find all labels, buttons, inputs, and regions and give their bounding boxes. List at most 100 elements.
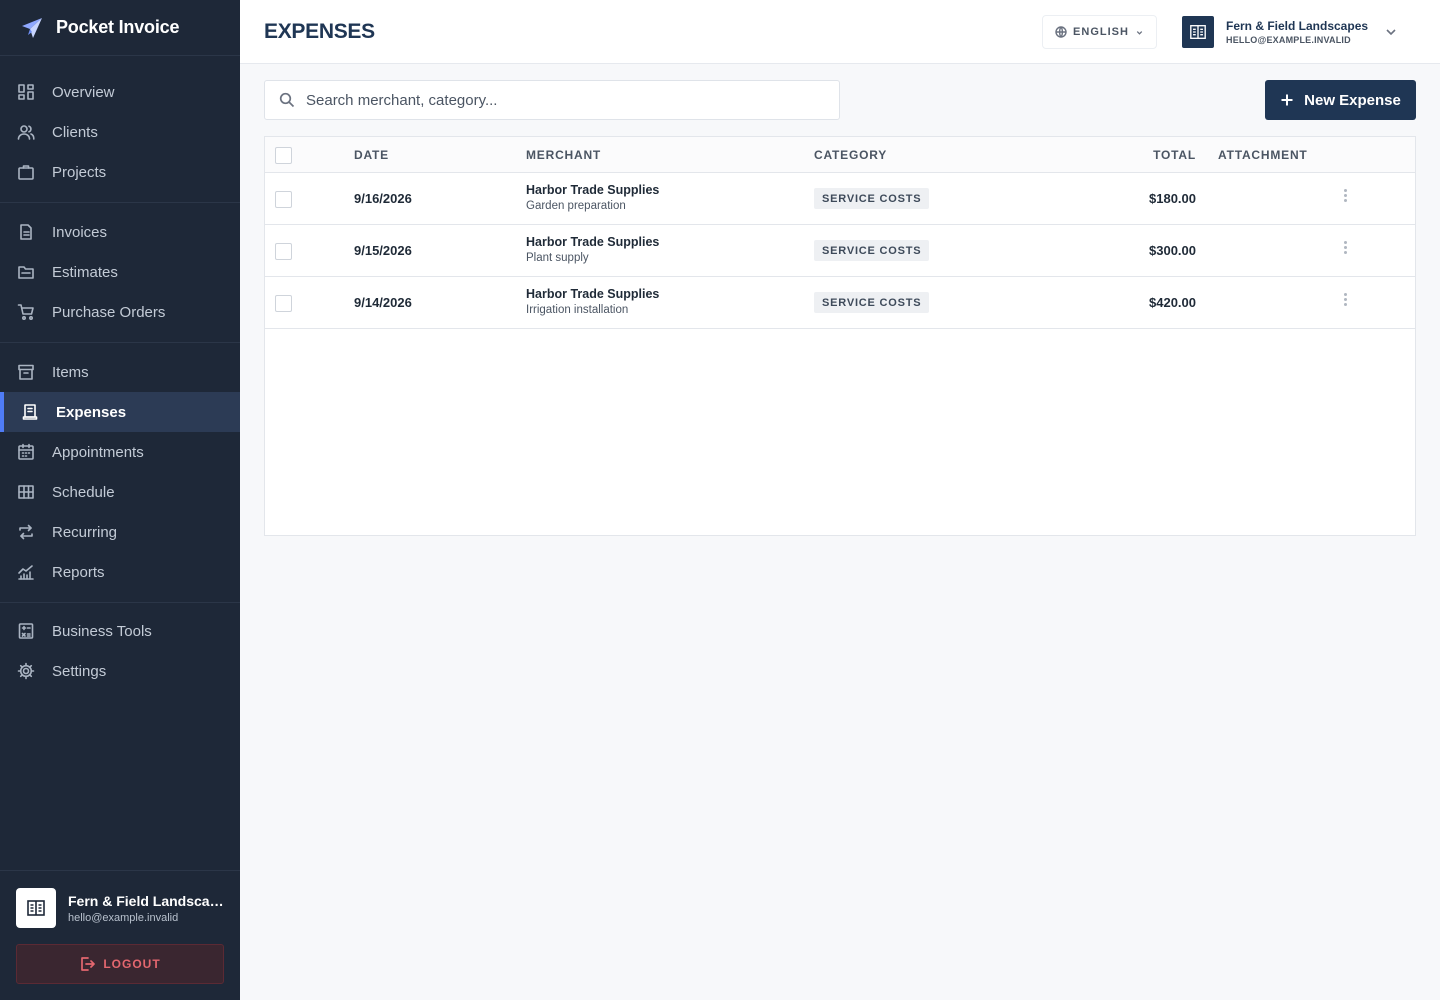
- sidebar-item-reports[interactable]: Reports: [0, 552, 240, 592]
- briefcase-icon: [18, 165, 34, 180]
- avatar: [16, 888, 56, 928]
- calculator-icon: [18, 623, 34, 639]
- account-summary[interactable]: Fern & Field Landscapes hello@example.in…: [16, 888, 224, 928]
- page-title: EXPENSES: [264, 20, 375, 43]
- table-row[interactable]: 9/15/2026 Harbor Trade Supplies Plant su…: [265, 225, 1415, 277]
- category-badge: SERVICE COSTS: [814, 188, 930, 209]
- account-email: hello@example.invalid: [68, 911, 179, 924]
- nav-group-operations: Items Expenses Appointments Schedule Rec…: [0, 343, 240, 603]
- plus-icon: [1281, 94, 1293, 106]
- row-actions-menu[interactable]: [1342, 293, 1348, 309]
- expense-date: 9/16/2026: [354, 191, 412, 206]
- merchant-name: Harbor Trade Supplies: [526, 287, 660, 301]
- row-actions-menu[interactable]: [1342, 241, 1348, 257]
- expense-description: Plant supply: [526, 252, 589, 264]
- sidebar: Pocket Invoice Overview Clients Projects…: [0, 0, 240, 1000]
- language-selector[interactable]: ENGLISH: [1042, 15, 1157, 49]
- sidebar-item-label: Items: [52, 363, 89, 381]
- chevron-down-icon: [1386, 29, 1396, 36]
- column-header-merchant[interactable]: MERCHANT: [526, 148, 601, 162]
- cart-icon: [17, 304, 34, 321]
- receipt-icon: [22, 404, 38, 420]
- row-checkbox[interactable]: [275, 191, 292, 208]
- sidebar-item-purchase-orders[interactable]: Purchase Orders: [0, 292, 240, 332]
- sidebar-item-recurring[interactable]: Recurring: [0, 512, 240, 552]
- sidebar-item-overview[interactable]: Overview: [0, 72, 240, 112]
- business-name: Fern & Field Landscapes: [1226, 19, 1369, 33]
- sidebar-item-label: Reports: [52, 563, 105, 581]
- box-icon: [18, 364, 34, 380]
- column-header-category[interactable]: CATEGORY: [814, 148, 887, 162]
- search-input[interactable]: [306, 91, 826, 109]
- chart-icon: [18, 565, 34, 580]
- document-icon: [20, 224, 32, 240]
- sidebar-item-settings[interactable]: Settings: [0, 651, 240, 691]
- expense-total: $420.00: [1149, 295, 1196, 310]
- top-header: EXPENSES ENGLISH Fern & Field Landscapes…: [240, 0, 1440, 64]
- language-label: ENGLISH: [1073, 26, 1129, 38]
- row-actions-menu[interactable]: [1342, 189, 1348, 205]
- sidebar-item-items[interactable]: Items: [0, 352, 240, 392]
- repeat-icon: [19, 524, 33, 540]
- sidebar-item-label: Business Tools: [52, 622, 152, 640]
- expense-total: $180.00: [1149, 191, 1196, 206]
- users-icon: [17, 125, 35, 140]
- gear-icon: [17, 662, 35, 680]
- nav-group-main: Overview Clients Projects: [0, 56, 240, 203]
- sidebar-item-label: Clients: [52, 123, 98, 141]
- sidebar-item-label: Invoices: [52, 223, 108, 241]
- globe-icon: [1055, 26, 1067, 38]
- business-logo: [1182, 16, 1214, 48]
- logout-label: LOGOUT: [103, 957, 161, 971]
- sidebar-item-business-tools[interactable]: Business Tools: [0, 611, 240, 651]
- column-header-total[interactable]: TOTAL: [1153, 148, 1196, 162]
- account-name: Fern & Field Landscapes: [68, 892, 224, 909]
- table-row[interactable]: 9/16/2026 Harbor Trade Supplies Garden p…: [265, 173, 1415, 225]
- search-box[interactable]: [264, 80, 840, 120]
- sidebar-item-label: Recurring: [52, 523, 118, 541]
- brand-name: Pocket Invoice: [56, 17, 180, 37]
- logout-button[interactable]: LOGOUT: [16, 944, 224, 984]
- column-header-attachment[interactable]: ATTACHMENT: [1218, 148, 1308, 162]
- select-all-checkbox[interactable]: [275, 147, 292, 164]
- category-badge: SERVICE COSTS: [814, 240, 930, 261]
- expense-date: 9/14/2026: [354, 295, 412, 310]
- merchant-cell: Harbor Trade Supplies Irrigation install…: [526, 287, 659, 316]
- new-expense-label: New Expense: [1304, 91, 1401, 109]
- folder-icon: [18, 266, 34, 279]
- table-row[interactable]: 9/14/2026 Harbor Trade Supplies Irrigati…: [265, 277, 1415, 329]
- chevron-down-icon: [1136, 30, 1143, 35]
- merchant-name: Harbor Trade Supplies: [526, 183, 660, 197]
- sidebar-item-estimates[interactable]: Estimates: [0, 252, 240, 292]
- sidebar-item-schedule[interactable]: Schedule: [0, 472, 240, 512]
- merchant-cell: Harbor Trade Supplies Garden preparation: [526, 183, 659, 212]
- row-checkbox[interactable]: [275, 295, 292, 312]
- sidebar-item-label: Purchase Orders: [52, 303, 166, 321]
- sidebar-item-label: Schedule: [52, 483, 115, 501]
- brand[interactable]: Pocket Invoice: [0, 0, 240, 56]
- sidebar-item-label: Overview: [52, 83, 115, 101]
- expenses-table: DATE MERCHANT CATEGORY TOTAL ATTACHMENT …: [264, 136, 1416, 536]
- row-checkbox[interactable]: [275, 243, 292, 260]
- building-icon: [1190, 25, 1206, 39]
- sidebar-item-label: Appointments: [52, 443, 144, 461]
- sidebar-account-panel: Fern & Field Landscapes hello@example.in…: [0, 870, 240, 1000]
- building-icon: [27, 900, 45, 916]
- new-expense-button[interactable]: New Expense: [1265, 80, 1416, 120]
- sidebar-item-label: Settings: [52, 662, 107, 680]
- category-badge: SERVICE COSTS: [814, 292, 930, 313]
- expense-total: $300.00: [1149, 243, 1196, 258]
- nav-group-tools: Business Tools Settings: [0, 603, 240, 701]
- table-icon: [18, 485, 34, 499]
- business-switcher[interactable]: Fern & Field Landscapes HELLO@EXAMPLE.IN…: [1182, 16, 1398, 48]
- calendar-icon: [18, 443, 34, 460]
- column-header-date[interactable]: DATE: [354, 148, 389, 162]
- merchant-cell: Harbor Trade Supplies Plant supply: [526, 235, 659, 264]
- sidebar-item-appointments[interactable]: Appointments: [0, 432, 240, 472]
- sidebar-item-label: Projects: [52, 163, 107, 181]
- sidebar-item-invoices[interactable]: Invoices: [0, 212, 240, 252]
- paper-plane-icon: [22, 17, 42, 38]
- sidebar-item-expenses[interactable]: Expenses: [0, 392, 240, 432]
- sidebar-item-projects[interactable]: Projects: [0, 152, 240, 192]
- sidebar-item-clients[interactable]: Clients: [0, 112, 240, 152]
